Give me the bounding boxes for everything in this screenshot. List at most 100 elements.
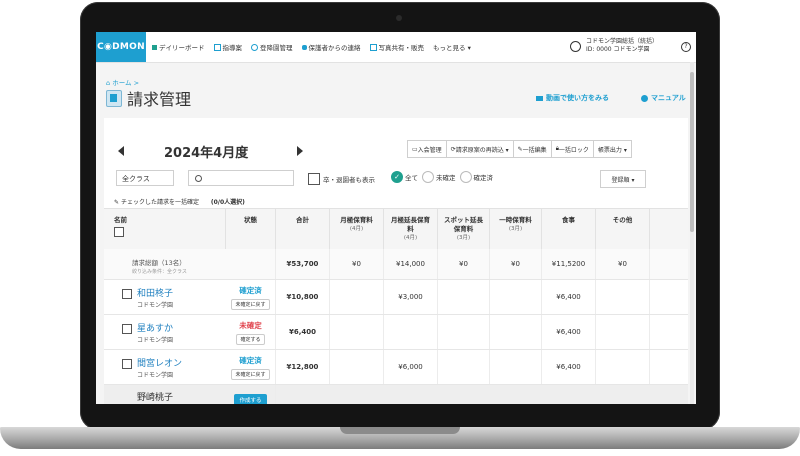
radio-all[interactable]: ✓ (391, 171, 403, 183)
bulk-edit-button[interactable]: ✎ 一括編集 (512, 140, 552, 158)
camera-icon (396, 15, 402, 21)
col-other: その他 (596, 209, 650, 249)
nav-item-parent-contact[interactable]: 保護者からの連絡 (301, 42, 361, 52)
summary-value: ¥0 (490, 249, 542, 279)
confirm-button[interactable]: 確定する (236, 333, 265, 345)
filter-row: 全クラス 卒・退園者も表示 ✓ 全て 未確定 確定済 登録順 ▾ (104, 170, 688, 188)
row-value: ¥3,000 (384, 280, 438, 314)
user-menu[interactable]: コドモン学園総括（統括） ID: 0000 コドモン学園 (570, 38, 658, 54)
table-row: 間宮レオン コドモン学園 確定済 未確定に戻す ¥12,800 ¥6,000 ¥… (104, 350, 688, 385)
col-monthly-fee: 月極保育料 (4月) (330, 209, 384, 249)
row-checkbox[interactable] (122, 289, 132, 299)
report-export-button[interactable]: 帳票出力 ▾ (592, 140, 632, 158)
document-icon (213, 43, 221, 51)
scrollbar-thumb[interactable] (690, 72, 694, 232)
row-value: ¥6,400 (542, 315, 596, 349)
user-icon (570, 40, 581, 52)
row-checkbox[interactable] (122, 359, 132, 369)
nav-item-more[interactable]: もっと見る ▾ (433, 42, 471, 52)
row-value: ¥6,400 (542, 280, 596, 314)
create-button[interactable]: 作成する (234, 394, 267, 404)
table-row: 野崎桃子 作成する (104, 385, 688, 404)
nav-item-photo-share[interactable]: 写真共有・販売 (369, 42, 424, 52)
search-icon (195, 175, 202, 182)
nav-items: デイリーボード 指導案 登降園管理 保護者からの連絡 写真共有・販売 もっと見る… (152, 42, 480, 52)
enrollment-button[interactable]: ▭ 入会管理 (407, 140, 447, 158)
user-name: コドモン学園総括（統括） (586, 38, 659, 45)
revert-button[interactable]: 未確定に戻す (231, 368, 270, 380)
row-total: ¥6,400 (276, 315, 330, 349)
laptop-lid: C◉DMON デイリーボード 指導案 登降園管理 保護者からの連絡 写真共有・販… (80, 2, 720, 430)
billing-card: 2024年4月度 ▭ 入会管理 ⟳ 請求原案の再読込 ▾ ✎ 一括編集 🔒︎ 一… (104, 118, 688, 404)
bulk-lock-button[interactable]: 🔒︎ 一括ロック (550, 140, 594, 158)
select-all-checkbox[interactable] (114, 227, 124, 237)
video-guide-link[interactable]: 動画で使い方をみる (536, 93, 609, 103)
status-filter: ✓ 全て 未確定 確定済 (391, 171, 497, 183)
manual-link[interactable]: マニュアル (641, 93, 686, 103)
laptop-notch (340, 427, 460, 434)
info-icon (641, 94, 648, 102)
codmon-logo[interactable]: C◉DMON (96, 32, 146, 62)
summary-value: ¥14,000 (384, 249, 438, 279)
include-graduates-toggle[interactable]: 卒・退園者も表示 (308, 173, 375, 185)
col-temporary-care: 一時保育料 (3月) (490, 209, 542, 249)
screen: C◉DMON デイリーボード 指導案 登降園管理 保護者からの連絡 写真共有・販… (96, 32, 696, 404)
status-badge: 確定済 (239, 355, 262, 365)
child-school: コドモン学園 (137, 337, 174, 344)
table-row: 和田柊子 コドモン学園 確定済 未確定に戻す ¥10,800 ¥3,000 ¥6… (104, 280, 688, 315)
status-badge: 確定済 (239, 285, 262, 295)
child-name[interactable]: 和田柊子 (137, 286, 173, 299)
search-input[interactable] (188, 170, 294, 186)
bulk-confirm-link[interactable]: ✎ チェックした請求を一括確定 (114, 199, 199, 206)
month-selector: 2024年4月度 ▭ 入会管理 ⟳ 請求原案の再読込 ▾ ✎ 一括編集 🔒︎ 一… (104, 140, 688, 164)
help-icon[interactable]: ? (681, 42, 691, 52)
status-cell: 確定済 未確定に戻す (226, 350, 276, 384)
revert-button[interactable]: 未確定に戻す (231, 298, 270, 310)
table-header: 名前 状態 合計 月極保育料 (4月) 月極延長保育料 (4月) スポット延長保育料… (104, 208, 688, 250)
summary-value: ¥0 (330, 249, 384, 279)
child-school: コドモン学園 (137, 372, 174, 379)
video-camera-icon (536, 95, 543, 101)
row-total: ¥10,800 (276, 280, 330, 314)
radio-confirmed[interactable] (459, 171, 472, 183)
pencil-icon: ✎ (114, 199, 121, 206)
prev-month-icon[interactable] (118, 146, 124, 156)
summary-filter: 絞り込み条件：全クラス (132, 269, 187, 275)
row-checkbox[interactable] (122, 324, 132, 334)
invoice-icon (106, 89, 122, 107)
status-badge: 未確定 (239, 320, 262, 330)
child-name[interactable]: 野崎桃子 (137, 390, 173, 403)
nav-item-guidance-plan[interactable]: 指導案 (213, 42, 242, 52)
user-id: ID: 0000 コドモン学園 (586, 46, 650, 53)
class-select[interactable]: 全クラス (116, 170, 174, 186)
status-cell: 未確定 確定する (226, 315, 276, 349)
bulk-confirm-row: ✎ チェックした請求を一括確定 (0/0人選択) (114, 197, 245, 206)
photo-icon (369, 43, 377, 51)
sort-select[interactable]: 登録順 ▾ (600, 170, 646, 188)
row-value: ¥6,000 (384, 350, 438, 384)
col-meals: 食事 (542, 209, 596, 249)
toolbar: ▭ 入会管理 ⟳ 請求原案の再読込 ▾ ✎ 一括編集 🔒︎ 一括ロック 帳票出力… (407, 140, 632, 158)
col-status: 状態 (226, 209, 276, 249)
top-nav: C◉DMON デイリーボード 指導案 登降園管理 保護者からの連絡 写真共有・販… (96, 32, 696, 63)
summary-value: ¥11,5200 (542, 249, 596, 279)
nav-item-attendance[interactable]: 登降園管理 (251, 42, 293, 52)
summary-total: ¥53,700 (276, 249, 330, 279)
col-name: 名前 (104, 209, 226, 249)
selected-count: (0/0人選択) (210, 199, 245, 206)
current-month: 2024年4月度 (164, 146, 249, 161)
summary-row: 請求総額（13名） 絞り込み条件：全クラス ¥53,700 ¥0 ¥14,000… (104, 249, 688, 280)
summary-label: 請求総額（13名） (132, 259, 186, 267)
row-total: ¥12,800 (276, 350, 330, 384)
nav-item-daily-board[interactable]: デイリーボード (152, 42, 205, 52)
child-school: コドモン学園 (137, 302, 174, 309)
table-row: 星あすか コドモン学園 未確定 確定する ¥6,400 ¥6,400 (104, 315, 688, 350)
radio-unconfirmed[interactable] (422, 171, 434, 183)
board-icon (152, 44, 157, 50)
child-name[interactable]: 星あすか (137, 321, 173, 334)
next-month-icon[interactable] (297, 146, 303, 156)
summary-value: ¥0 (596, 249, 650, 279)
reload-draft-button[interactable]: ⟳ 請求原案の再読込 ▾ (445, 140, 514, 158)
status-cell: 作成する (226, 385, 276, 404)
child-name[interactable]: 間宮レオン (137, 356, 182, 369)
